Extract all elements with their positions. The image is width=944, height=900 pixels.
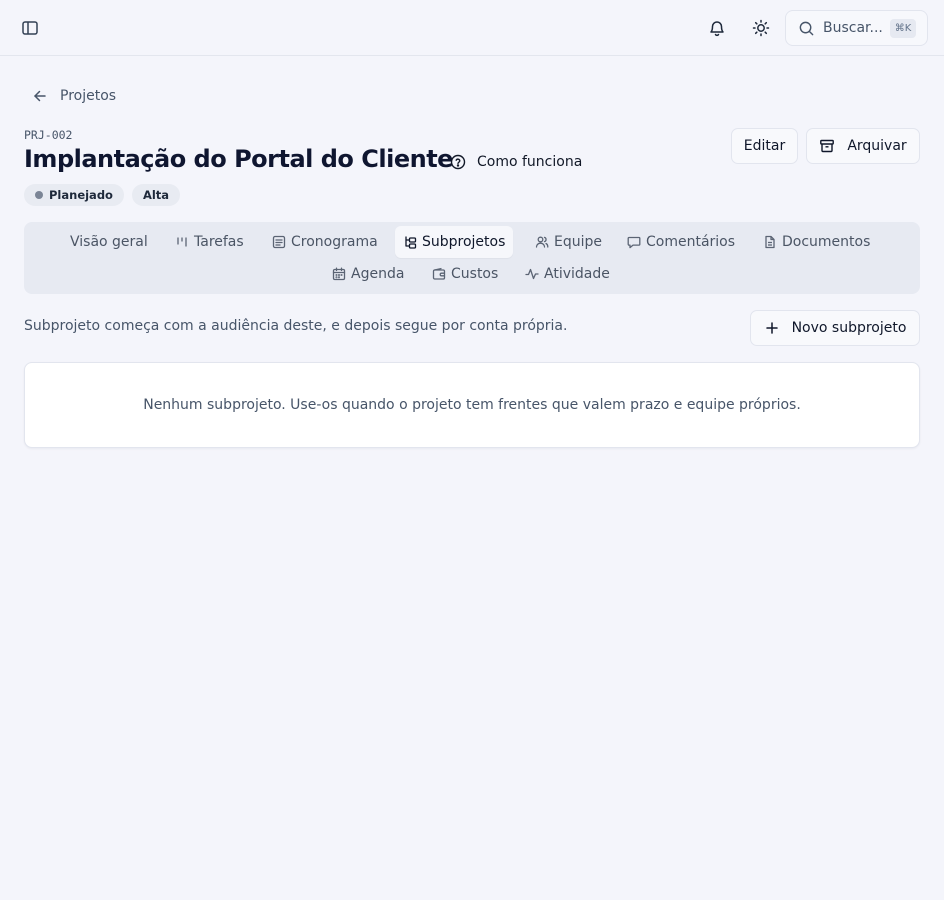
- tab-label: Agenda: [351, 266, 405, 282]
- tab-label: Documentos: [782, 234, 871, 250]
- status-badge-label: Planejado: [49, 188, 113, 202]
- tab-label: Comentários: [646, 234, 736, 250]
- tab-label: Subprojetos: [422, 234, 506, 250]
- sidebar-toggle-icon[interactable]: [20, 18, 40, 38]
- archive-button[interactable]: Arquivar: [806, 128, 920, 164]
- tab-agenda[interactable]: Agenda: [324, 259, 412, 289]
- document-icon: [763, 235, 782, 249]
- tab-visao-geral[interactable]: Visão geral: [62, 227, 156, 257]
- new-subproject-button[interactable]: Novo subprojeto: [750, 310, 920, 346]
- arrow-left-icon: [32, 88, 48, 104]
- calendar-icon: [332, 267, 351, 281]
- tab-label: Visão geral: [70, 234, 148, 250]
- archive-icon: [819, 138, 847, 154]
- plus-icon: [764, 320, 792, 336]
- project-code: PRJ-002: [24, 128, 73, 142]
- project-badges: Planejado Alta: [24, 184, 181, 206]
- activity-icon: [525, 267, 544, 281]
- users-icon: [535, 235, 554, 249]
- bell-icon[interactable]: [707, 18, 727, 38]
- comment-icon: [627, 235, 646, 249]
- empty-state-message: Nenhum subprojeto. Use-os quando o proje…: [143, 397, 801, 413]
- tab-label: Cronograma: [291, 234, 378, 250]
- how-it-works-label: Como funciona: [477, 154, 583, 170]
- top-bar: Buscar... ⌘K: [0, 0, 944, 56]
- search-shortcut: ⌘K: [890, 19, 916, 38]
- tab-label: Tarefas: [194, 234, 244, 250]
- help-circle-icon: [450, 154, 477, 170]
- empty-state: Nenhum subprojeto. Use-os quando o proje…: [24, 362, 920, 448]
- new-subproject-label: Novo subprojeto: [791, 320, 907, 336]
- subproject-icon: [403, 235, 422, 249]
- subprojects-description: Subprojeto começa com a audiência deste,…: [24, 318, 568, 334]
- tab-label: Custos: [451, 266, 499, 282]
- tab-comentarios[interactable]: Comentários: [619, 227, 743, 257]
- back-link[interactable]: Projetos: [32, 86, 116, 106]
- back-link-label: Projetos: [60, 88, 117, 104]
- how-it-works-button[interactable]: Como funciona: [450, 152, 582, 172]
- sun-icon[interactable]: [751, 18, 771, 38]
- project-tabs: Visão geral Tarefas Cronograma Subprojet…: [24, 222, 920, 294]
- tab-subprojetos[interactable]: Subprojetos: [395, 226, 514, 258]
- search-icon: [798, 20, 815, 37]
- tab-tarefas[interactable]: Tarefas: [167, 227, 252, 257]
- status-badge: Planejado: [24, 184, 124, 206]
- search-placeholder: Buscar...: [823, 20, 883, 36]
- tab-documentos[interactable]: Documentos: [755, 227, 878, 257]
- page-title: Implantação do Portal do Cliente: [24, 145, 453, 173]
- tab-equipe[interactable]: Equipe: [527, 227, 610, 257]
- tab-cronograma[interactable]: Cronograma: [264, 227, 386, 257]
- status-dot: [35, 191, 43, 199]
- priority-badge: Alta: [131, 184, 181, 206]
- tab-label: Atividade: [544, 266, 610, 282]
- wallet-icon: [432, 267, 451, 281]
- archive-button-label: Arquivar: [847, 138, 907, 154]
- tab-custos[interactable]: Custos: [424, 259, 506, 289]
- kanban-icon: [175, 235, 194, 249]
- edit-button[interactable]: Editar: [731, 128, 798, 164]
- list-icon: [272, 235, 291, 249]
- tab-atividade[interactable]: Atividade: [517, 259, 618, 289]
- tab-label: Equipe: [554, 234, 602, 250]
- search-input[interactable]: Buscar... ⌘K: [785, 10, 928, 46]
